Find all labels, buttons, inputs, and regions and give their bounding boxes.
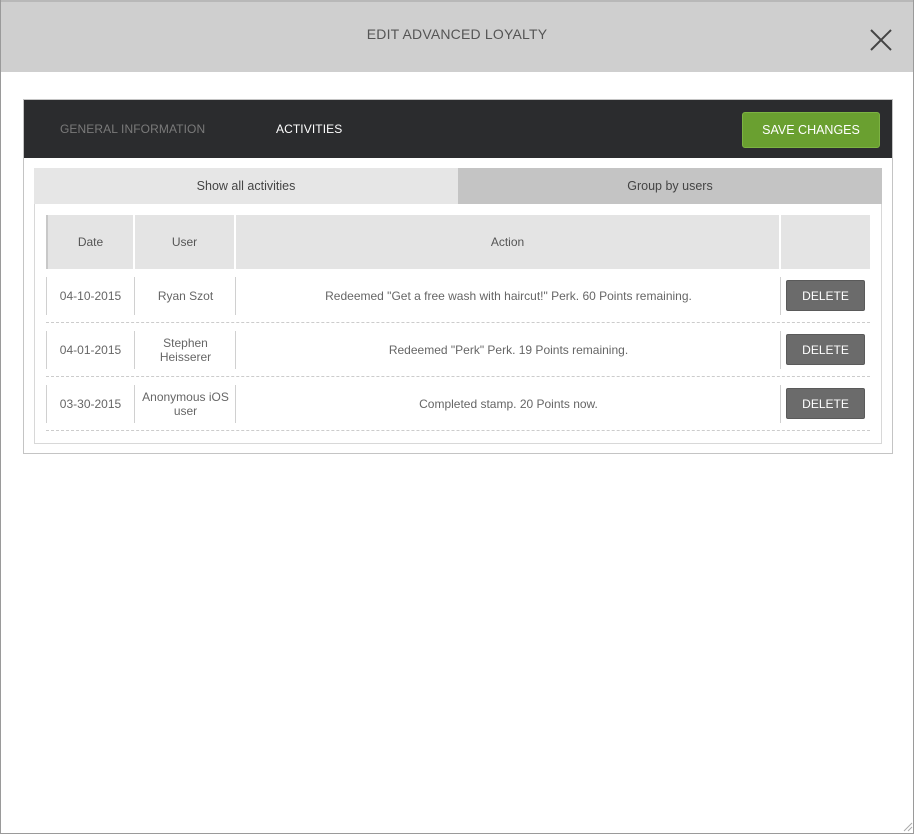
delete-button[interactable]: DELETE bbox=[786, 280, 865, 311]
modal-header: EDIT ADVANCED LOYALTY bbox=[1, 0, 913, 72]
row-date: 03-30-2015 bbox=[46, 377, 135, 430]
row-actions: DELETE bbox=[781, 269, 870, 322]
loyalty-panel: GENERAL INFORMATION ACTIVITIES SAVE CHAN… bbox=[23, 99, 893, 454]
row-action: Redeemed "Perk" Perk. 19 Points remainin… bbox=[236, 323, 781, 376]
table-header-row: Date User Action bbox=[46, 215, 870, 269]
row-action: Redeemed "Get a free wash with haircut!"… bbox=[236, 269, 781, 322]
resize-grip-icon[interactable] bbox=[901, 820, 913, 832]
delete-button[interactable]: DELETE bbox=[786, 334, 865, 365]
header-user: User bbox=[135, 215, 236, 269]
subtab-show-all-activities[interactable]: Show all activities bbox=[34, 168, 458, 204]
row-user: Ryan Szot bbox=[135, 269, 236, 322]
header-date: Date bbox=[46, 215, 135, 269]
save-changes-button[interactable]: SAVE CHANGES bbox=[742, 112, 880, 148]
subtab-group-by-users[interactable]: Group by users bbox=[458, 168, 882, 204]
activities-table: Date User Action 04-10-2015 Ryan Szot Re… bbox=[46, 215, 870, 431]
row-action: Completed stamp. 20 Points now. bbox=[236, 377, 781, 430]
close-icon bbox=[870, 29, 892, 51]
tab-activities[interactable]: ACTIVITIES bbox=[276, 122, 342, 136]
delete-button[interactable]: DELETE bbox=[786, 388, 865, 419]
header-action: Action bbox=[236, 215, 781, 269]
activities-table-container: Date User Action 04-10-2015 Ryan Szot Re… bbox=[34, 204, 882, 444]
table-row: 03-30-2015 Anonymous iOS user Completed … bbox=[46, 377, 870, 431]
activity-view-tabs: Show all activities Group by users bbox=[34, 168, 882, 204]
modal-title: EDIT ADVANCED LOYALTY bbox=[366, 26, 548, 42]
panel-tab-bar: GENERAL INFORMATION ACTIVITIES SAVE CHAN… bbox=[24, 100, 892, 158]
row-date: 04-10-2015 bbox=[46, 269, 135, 322]
table-row: 04-01-2015 Stephen Heisserer Redeemed "P… bbox=[46, 323, 870, 377]
edit-loyalty-modal: EDIT ADVANCED LOYALTY GENERAL INFORMATIO… bbox=[0, 0, 914, 834]
row-user: Stephen Heisserer bbox=[135, 323, 236, 376]
header-actions-column bbox=[781, 215, 870, 269]
table-row: 04-10-2015 Ryan Szot Redeemed "Get a fre… bbox=[46, 269, 870, 323]
row-date: 04-01-2015 bbox=[46, 323, 135, 376]
row-actions: DELETE bbox=[781, 323, 870, 376]
row-user: Anonymous iOS user bbox=[135, 377, 236, 430]
tab-general-information[interactable]: GENERAL INFORMATION bbox=[60, 122, 205, 136]
close-button[interactable] bbox=[867, 26, 895, 54]
row-actions: DELETE bbox=[781, 377, 870, 430]
